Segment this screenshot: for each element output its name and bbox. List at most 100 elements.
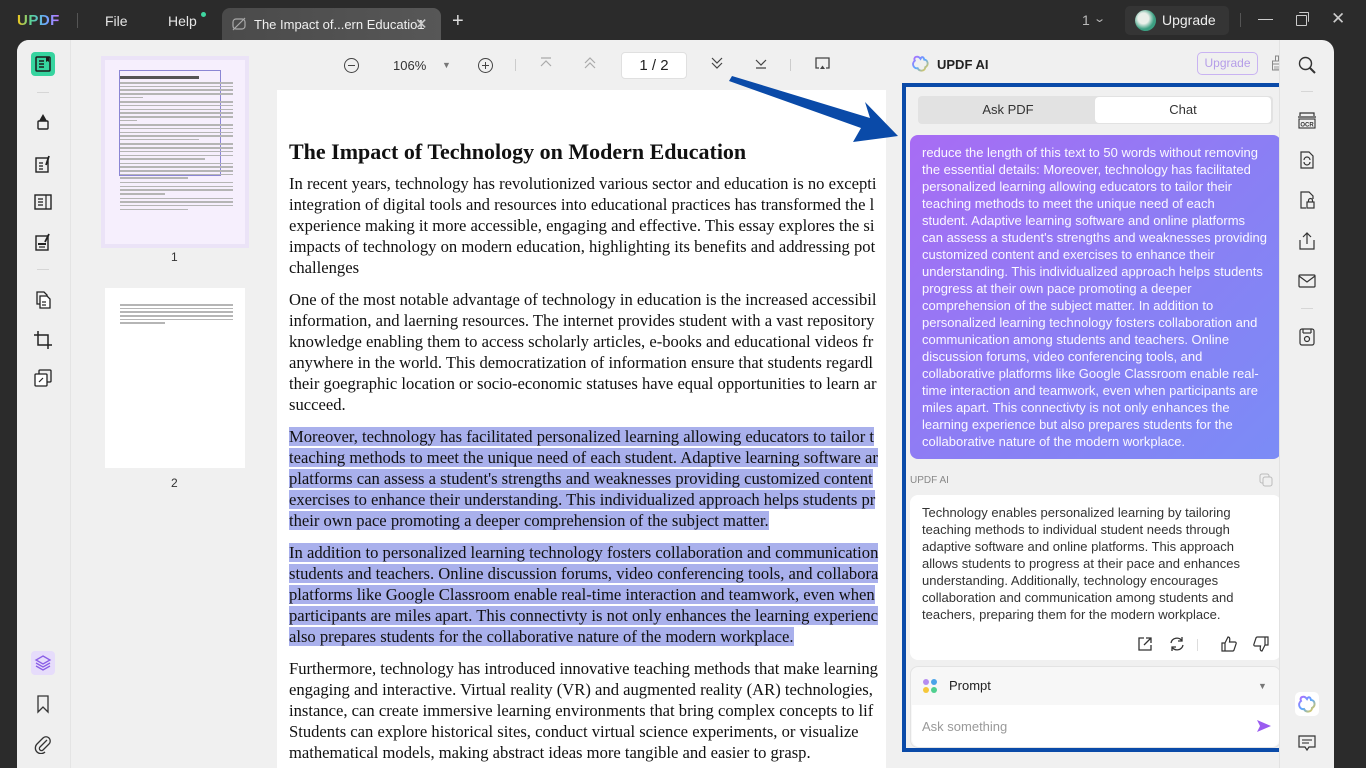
paragraph: Furthermore, technology has introduced i… xyxy=(289,658,878,763)
restore-button[interactable] xyxy=(1296,12,1309,26)
thumbs-up-icon[interactable] xyxy=(1221,636,1237,652)
thumbnail-content xyxy=(120,304,233,326)
divider xyxy=(515,59,516,71)
text-line: instance, can create immersive learning … xyxy=(289,700,878,721)
minimize-button[interactable] xyxy=(1258,19,1273,20)
first-page-button[interactable] xyxy=(539,56,553,74)
new-tab-button[interactable]: + xyxy=(452,10,464,33)
watermark-button[interactable] xyxy=(31,366,55,390)
line-text: exercises to enhance their understanding… xyxy=(289,490,876,509)
text-line: also prepares students for the collabora… xyxy=(289,626,878,647)
zoom-out-button[interactable] xyxy=(344,58,359,73)
text-line: their goegraphic location or socio-econo… xyxy=(289,373,877,394)
comment-tool-button[interactable] xyxy=(31,110,55,134)
pdf-page[interactable]: The Impact of Technology on Modern Educa… xyxy=(277,90,886,768)
reader-mode-button[interactable] xyxy=(31,52,55,76)
menu-help[interactable]: Help xyxy=(168,13,197,29)
layers-button[interactable] xyxy=(31,651,55,675)
line-text: instance, can create immersive learning … xyxy=(289,701,874,720)
ask-input[interactable] xyxy=(912,705,1279,747)
share-icon xyxy=(1299,232,1315,250)
regenerate-icon[interactable] xyxy=(1169,636,1185,652)
ocr-button[interactable]: OCR xyxy=(1297,110,1317,130)
line-text: teaching methods to meet the unique need… xyxy=(289,448,878,467)
divider xyxy=(37,269,49,270)
crop-icon xyxy=(34,331,52,349)
line-text: students and teachers. Online discussion… xyxy=(289,564,879,583)
page-number-input[interactable]: 1 / 2 xyxy=(621,52,687,79)
zoom-in-button[interactable] xyxy=(478,58,493,73)
thumbs-down-icon[interactable] xyxy=(1253,636,1269,652)
line-text: participants are miles apart. This conne… xyxy=(289,606,879,625)
line-text: mathematical models, making abstract ide… xyxy=(289,743,811,762)
crop-button[interactable] xyxy=(31,328,55,352)
ai-upgrade-button[interactable]: Upgrade xyxy=(1197,52,1258,75)
send-icon[interactable] xyxy=(1256,718,1272,734)
zoom-level[interactable]: 106% xyxy=(393,58,426,73)
edit-off-icon xyxy=(231,16,247,32)
fill-sign-button[interactable] xyxy=(31,230,55,254)
presentation-button[interactable] xyxy=(814,56,831,75)
page-thumbnail-1[interactable] xyxy=(105,60,245,244)
first-page-icon xyxy=(540,57,552,67)
document-tab[interactable]: The Impact of...ern Educatio1 ✕ xyxy=(222,8,441,40)
line-text: their own pace promoting a deeper compre… xyxy=(289,511,769,530)
menu-file[interactable]: File xyxy=(105,13,128,29)
organize-pages-button[interactable] xyxy=(31,190,55,214)
save-icon xyxy=(1299,328,1315,346)
divider xyxy=(1301,91,1313,92)
line-text: platforms can assess a student's strengt… xyxy=(289,469,873,488)
notification-dot xyxy=(201,12,206,17)
convert-button[interactable] xyxy=(1297,150,1317,170)
zoom-dropdown-icon[interactable]: ▼ xyxy=(442,60,451,70)
text-line: Students can explore historical sites, c… xyxy=(289,721,878,742)
comments-list-button[interactable] xyxy=(1297,733,1317,753)
tab-chat[interactable]: Chat xyxy=(1095,97,1271,123)
paragraph: In recent years, technology has revoluti… xyxy=(289,173,877,278)
left-toolbar xyxy=(17,40,71,768)
text-line: mathematical models, making abstract ide… xyxy=(289,742,878,763)
page-thumbnail-2[interactable] xyxy=(105,288,245,468)
copy-icon[interactable] xyxy=(1259,473,1273,487)
save-button[interactable] xyxy=(1297,327,1317,347)
divider xyxy=(1301,308,1313,309)
upgrade-label: Upgrade xyxy=(1162,12,1216,28)
insert-to-pdf-icon[interactable] xyxy=(1137,636,1153,652)
email-button[interactable] xyxy=(1297,271,1317,291)
upgrade-button[interactable]: Upgrade xyxy=(1125,6,1229,35)
close-window-button[interactable]: ✕ xyxy=(1331,9,1345,29)
share-button[interactable] xyxy=(1297,231,1317,251)
previous-page-button[interactable] xyxy=(583,56,597,74)
page-tools-button[interactable] xyxy=(31,288,55,312)
window-count[interactable]: 1 xyxy=(1082,12,1090,28)
line-text: Furthermore, technology has introduced i… xyxy=(289,659,878,678)
line-text: knowledge enabling them to access schola… xyxy=(289,332,874,351)
tab-ask-pdf[interactable]: Ask PDF xyxy=(920,97,1096,123)
text-line: platforms like Google Classroom enable r… xyxy=(289,584,878,605)
bookmarks-button[interactable] xyxy=(31,692,55,716)
sign-icon xyxy=(35,233,50,251)
line-text: One of the most notable advantage of tec… xyxy=(289,290,877,309)
protect-button[interactable] xyxy=(1297,190,1317,210)
ai-response: Technology enables personalized learning… xyxy=(910,495,1281,660)
close-tab-icon[interactable]: ✕ xyxy=(415,15,428,33)
ai-panel-header: UPDF AI Upgrade xyxy=(886,40,1296,84)
next-page-button[interactable] xyxy=(710,56,724,74)
bookmark-icon xyxy=(37,695,49,714)
text-line: impacts of technology on modern educatio… xyxy=(289,236,877,257)
document-title: The Impact of Technology on Modern Educa… xyxy=(289,139,747,164)
chevron-down-icon[interactable]: ⌄ xyxy=(1093,12,1106,25)
updf-ai-button[interactable] xyxy=(1295,692,1319,716)
divider xyxy=(77,13,78,28)
search-icon xyxy=(1298,56,1316,74)
attachments-button[interactable] xyxy=(31,732,55,756)
text-line: In addition to personalized learning tec… xyxy=(289,542,879,563)
text-line: challenges xyxy=(289,257,877,278)
last-page-button[interactable] xyxy=(754,56,768,74)
prompt-selector[interactable]: Prompt ▼ xyxy=(911,667,1280,703)
response-actions xyxy=(1137,636,1269,654)
search-button[interactable] xyxy=(1297,55,1317,75)
layers-copy-icon xyxy=(34,369,52,387)
thumbnail-panel: 1 2 xyxy=(71,40,277,768)
edit-pdf-button[interactable] xyxy=(31,152,55,176)
